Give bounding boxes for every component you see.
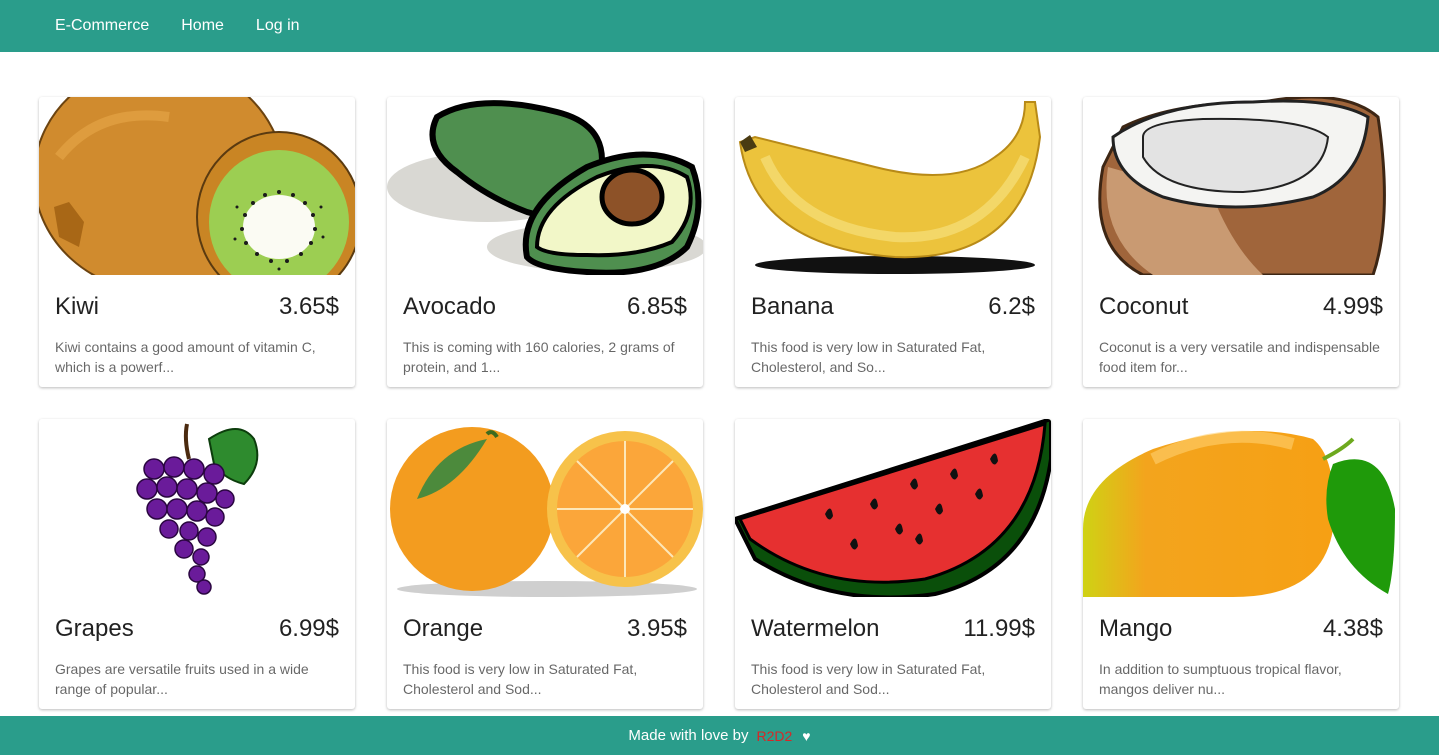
product-price: 3.95$ <box>626 615 687 642</box>
product-price: 6.99$ <box>278 615 339 642</box>
orange-image <box>387 419 703 597</box>
product-card-kiwi[interactable]: Kiwi 3.65$ Kiwi contains a good amount o… <box>39 97 355 387</box>
product-card-grapes[interactable]: Grapes 6.99$ Grapes are versatile fruits… <box>39 419 355 709</box>
page-footer: Made with love by R2D2 ♥ <box>0 716 1439 755</box>
product-name: Watermelon <box>751 615 880 642</box>
product-description: In addition to sumptuous tropical flavor… <box>1099 661 1342 697</box>
product-name: Mango <box>1099 615 1173 642</box>
nav-home-link[interactable]: Home <box>181 17 224 35</box>
banana-image <box>735 97 1051 275</box>
product-name: Avocado <box>403 293 496 320</box>
product-grid: Kiwi 3.65$ Kiwi contains a good amount o… <box>39 97 1400 709</box>
product-card-avocado[interactable]: Avocado 6.85$ This is coming with 160 ca… <box>387 97 703 387</box>
product-price: 3.65$ <box>278 293 339 320</box>
product-description: This food is very low in Saturated Fat, … <box>403 661 638 697</box>
nav-brand-link[interactable]: E-Commerce <box>55 17 149 35</box>
product-card-banana[interactable]: Banana 6.2$ This food is very low in Sat… <box>735 97 1051 387</box>
kiwi-image <box>39 97 355 275</box>
product-name: Coconut <box>1099 293 1189 320</box>
product-price: 11.99$ <box>963 615 1035 642</box>
grapes-image <box>39 419 355 597</box>
product-price: 4.99$ <box>1322 293 1383 320</box>
product-card-orange[interactable]: Orange 3.95$ This food is very low in Sa… <box>387 419 703 709</box>
product-name: Kiwi <box>55 293 100 320</box>
product-name: Grapes <box>55 615 134 642</box>
product-card-watermelon[interactable]: Watermelon 11.99$ This food is very low … <box>735 419 1051 709</box>
product-description: This food is very low in Saturated Fat, … <box>751 339 986 375</box>
product-name: Orange <box>403 615 484 642</box>
heart-icon: ♥ <box>802 727 811 744</box>
product-card-coconut[interactable]: Coconut 4.99$ Coconut is a very versatil… <box>1083 97 1399 387</box>
footer-text: Made with love by <box>628 727 749 744</box>
product-description: This food is very low in Saturated Fat, … <box>751 661 986 697</box>
avocado-image <box>387 97 703 275</box>
top-navbar: E-Commerce Home Log in <box>0 0 1439 52</box>
product-name: Banana <box>751 293 834 320</box>
nav-login-link[interactable]: Log in <box>256 17 300 35</box>
product-description: Coconut is a very versatile and indispen… <box>1099 339 1380 375</box>
product-price: 4.38$ <box>1322 615 1383 642</box>
product-card-mango[interactable]: Mango 4.38$ In addition to sumptuous tro… <box>1083 419 1399 709</box>
product-description: This is coming with 160 calories, 2 gram… <box>403 339 675 375</box>
product-description: Grapes are versatile fruits used in a wi… <box>55 661 309 697</box>
product-price: 6.85$ <box>626 293 687 320</box>
watermelon-image <box>735 419 1051 597</box>
footer-author-link[interactable]: R2D2 <box>756 728 792 744</box>
product-price: 6.2$ <box>988 293 1035 320</box>
product-description: Kiwi contains a good amount of vitamin C… <box>55 339 316 375</box>
coconut-image <box>1083 97 1399 275</box>
mango-image <box>1083 419 1399 597</box>
